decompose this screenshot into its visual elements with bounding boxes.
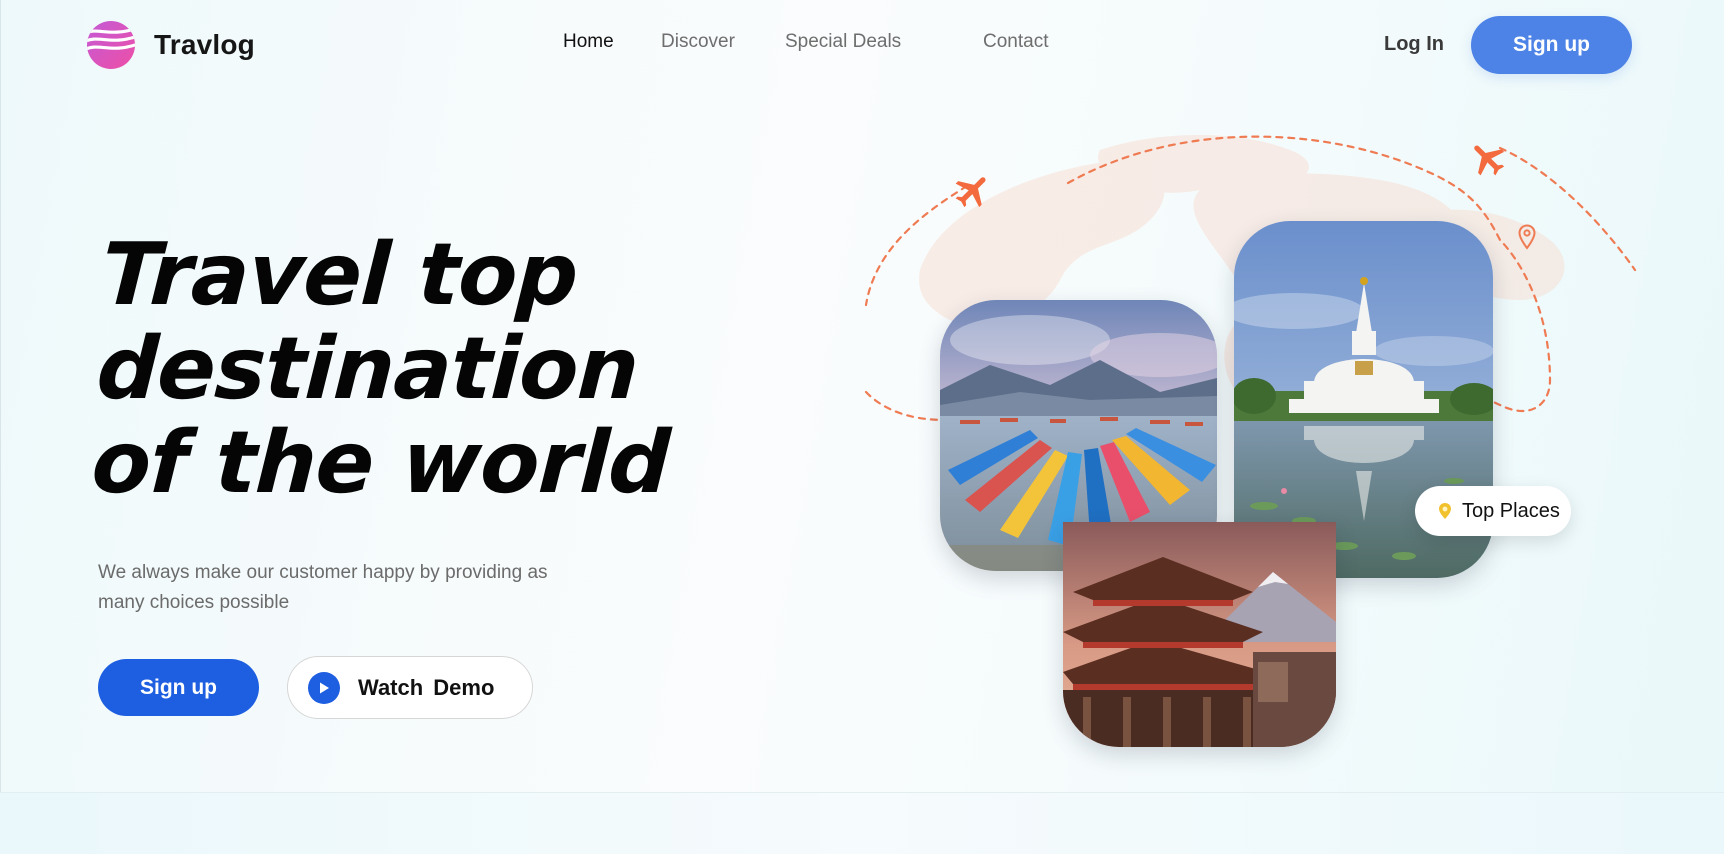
hero-signup-button[interactable]: Sign up (98, 659, 259, 716)
next-section-strip (0, 792, 1724, 854)
top-places-badge[interactable]: Top Places (1415, 486, 1571, 536)
watch-demo-label: Watch Demo (358, 674, 495, 700)
temple-photo[interactable] (1063, 522, 1336, 747)
headline-line-1: Travel top (99, 225, 580, 325)
play-icon (308, 671, 340, 704)
watch-demo-button[interactable]: Watch Demo (287, 656, 533, 719)
nav-discover[interactable]: Discover (661, 31, 735, 53)
logo-icon (87, 21, 135, 69)
nav-special-deals[interactable]: Special Deals (785, 31, 901, 53)
headline-line-2: destination (94, 319, 641, 419)
hero-headline: Travel top destination of the world (89, 225, 682, 513)
login-link[interactable]: Log In (1384, 33, 1444, 56)
page-edge (0, 0, 1, 794)
nav-contact[interactable]: Contact (983, 31, 1048, 53)
brand-logo[interactable]: Travlog (86, 20, 255, 70)
map-pin-icon (1518, 224, 1536, 250)
location-pin-icon (1439, 503, 1451, 519)
nav-home[interactable]: Home (563, 31, 614, 53)
nav-signup-button[interactable]: Sign up (1471, 16, 1632, 74)
hero-subtitle: We always make our customer happy by pro… (98, 562, 548, 613)
brand-name: Travlog (154, 29, 255, 60)
airplane-icon-left (955, 177, 986, 208)
airplane-icon-right (1474, 145, 1505, 176)
headline-line-3: of the world (89, 413, 672, 513)
top-places-label: Top Places (1462, 499, 1560, 522)
